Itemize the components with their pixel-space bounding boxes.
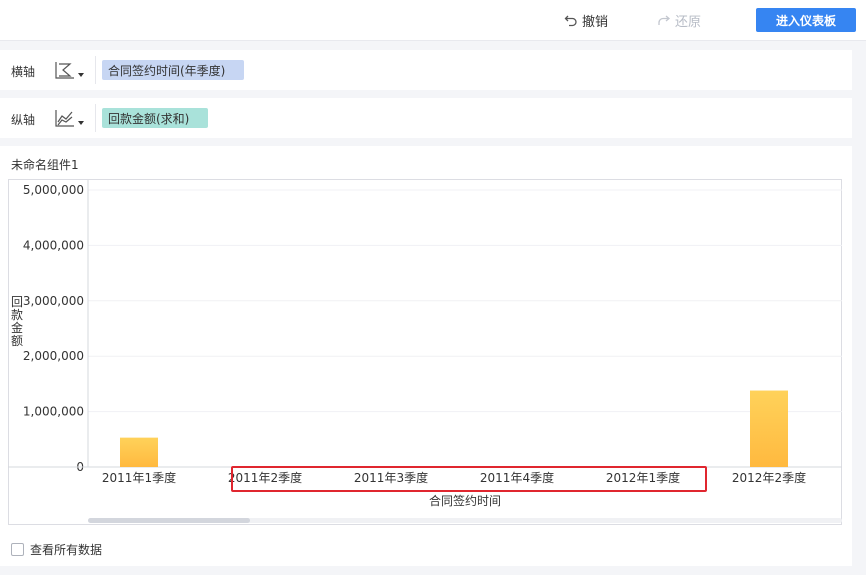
y-axis-title-char: 款	[11, 308, 23, 322]
top-toolbar: 撤销 还原 进入仪表板	[0, 0, 866, 41]
enter-dashboard-button[interactable]: 进入仪表板	[756, 8, 856, 32]
y-tick-label: 3,000,000	[23, 294, 84, 308]
x-tick-label: 2011年1季度	[102, 470, 176, 485]
redo-label: 还原	[675, 14, 702, 30]
y-axis-field-pill[interactable]: 回款金额(求和)	[102, 108, 208, 128]
x-axis-label: 横轴	[11, 65, 36, 79]
undo-button[interactable]: 撤销	[564, 10, 608, 30]
show-all-data-label: 查看所有数据	[30, 543, 103, 557]
y-axis-title-char: 金	[11, 320, 23, 335]
y-axis-title-char: 回	[11, 295, 23, 309]
chevron-down-icon	[78, 73, 84, 77]
line-chart-type-icon	[55, 110, 74, 127]
x-axis-chart-type-selector[interactable]	[54, 59, 88, 81]
highlight-annotation-box	[231, 466, 707, 492]
y-tick-label: 4,000,000	[23, 238, 84, 252]
bar-chart-type-icon	[55, 62, 74, 79]
y-axis-label: 纵轴	[11, 113, 36, 127]
divider	[95, 104, 96, 132]
x-axis-field-pill[interactable]: 合同签约时间(年季度)	[102, 60, 244, 80]
horizontal-scrollbar-thumb[interactable]	[88, 518, 250, 523]
y-axis-row: 纵轴 回款金额(求和)	[0, 98, 852, 138]
redo-button[interactable]: 还原	[657, 10, 701, 30]
divider	[95, 56, 96, 84]
y-axis-title-char: 额	[11, 334, 23, 348]
redo-icon	[658, 15, 671, 25]
y-axis-chart-type-selector[interactable]	[54, 107, 88, 129]
y-tick-label: 1,000,000	[23, 405, 84, 419]
undo-icon	[564, 15, 577, 27]
x-axis-row: 横轴 合同签约时间(年季度)	[0, 50, 852, 90]
y-tick-label: 5,000,000	[23, 183, 84, 197]
show-all-data-checkbox[interactable]	[11, 543, 24, 556]
bar-1	[120, 437, 158, 467]
y-axis-title: 回款金额	[11, 295, 23, 348]
x-axis-title: 合同签约时间	[429, 493, 501, 508]
chart-widget: 未命名组件1 0 1,000,000 2,000,000 3,000,000 4,000…	[0, 146, 852, 566]
show-all-data-toggle[interactable]: 查看所有数据	[11, 541, 102, 558]
y-tick-label: 2,000,000	[23, 349, 84, 363]
chevron-down-icon	[78, 121, 84, 125]
bar-6	[750, 390, 788, 467]
x-tick-label: 2012年2季度	[732, 470, 806, 485]
undo-label: 撤销	[582, 14, 609, 30]
